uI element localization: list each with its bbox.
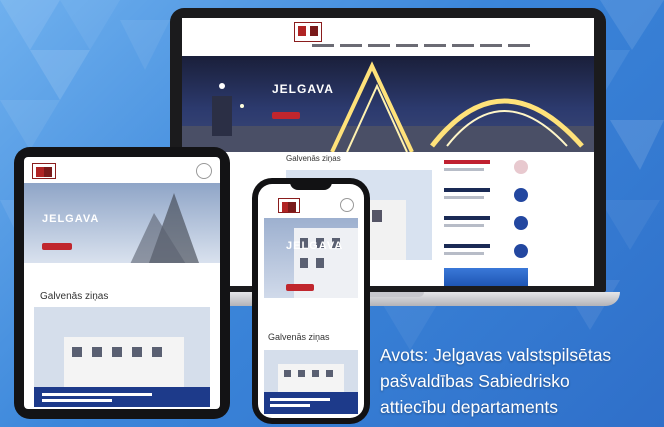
nav-item[interactable] (452, 44, 474, 47)
sidebar-item-title (444, 216, 490, 220)
hero-city-name: JELGAVA (42, 213, 100, 225)
building-photo (34, 307, 210, 407)
nav-item[interactable] (312, 44, 334, 47)
hero-button[interactable] (42, 243, 72, 250)
promo-banner[interactable] (444, 268, 528, 286)
hero-banner: JELGAVA (182, 56, 594, 152)
section-title: Galvenās ziņas (268, 332, 330, 342)
news-card[interactable] (34, 307, 210, 407)
hero-city-name: JELGAVA (272, 82, 334, 96)
sidebar-item-text (444, 224, 484, 227)
section-title: Galvenās ziņas (40, 291, 109, 302)
person-icon (514, 216, 528, 230)
snowy-tree-image (24, 193, 220, 277)
sidebar-item[interactable] (444, 158, 534, 186)
nav-item[interactable] (368, 44, 390, 47)
nav-item[interactable] (396, 44, 418, 47)
city-logo (278, 198, 300, 213)
hero-banner: JELGAVA (264, 218, 358, 310)
source-caption: Avots: Jelgavas valstspilsētas pašvaldīb… (380, 342, 664, 420)
sidebar-item-text (444, 196, 484, 199)
phone-website: JELGAVA Galvenās ziņas (258, 184, 364, 418)
sidebar-item-title (444, 188, 490, 192)
menu-icon[interactable] (340, 198, 354, 212)
section-title: Galvenās ziņas (286, 154, 341, 163)
news-card[interactable] (264, 350, 358, 414)
tablet-website: JELGAVA Galvenās ziņas (24, 157, 220, 409)
holiday-lights-image (182, 61, 594, 152)
laptop-mockup: JELGAVA Galvenās ziņas (156, 8, 620, 308)
main-nav (312, 44, 530, 47)
sidebar-item[interactable] (444, 242, 534, 270)
sidebar-item-title (444, 160, 490, 164)
hero-banner: JELGAVA (24, 183, 220, 277)
city-logo (294, 22, 322, 42)
caption-line: Avots: Jelgavas valstspilsētas (380, 345, 612, 365)
nav-item[interactable] (508, 44, 530, 47)
phone-icon (514, 244, 528, 258)
sidebar-item[interactable] (444, 214, 534, 242)
city-logo (32, 163, 56, 179)
site-header (182, 18, 594, 56)
sidebar-item-text (444, 252, 484, 255)
calendar-icon (514, 188, 528, 202)
laptop-website: JELGAVA Galvenās ziņas (182, 18, 594, 286)
building-photo (264, 350, 358, 414)
menu-icon[interactable] (196, 163, 212, 179)
building-photo (264, 228, 358, 310)
caption-line: attiecību departaments (380, 397, 559, 417)
caption-line: pašvaldības Sabiedrisko (380, 371, 570, 391)
laptop-bezel: JELGAVA Galvenās ziņas (170, 8, 606, 292)
sidebar-item-title (444, 244, 490, 248)
hero-button[interactable] (286, 284, 314, 291)
sidebar-item-text (444, 168, 484, 171)
tablet-mockup: JELGAVA Galvenās ziņas (14, 147, 230, 419)
nav-item[interactable] (424, 44, 446, 47)
nav-item[interactable] (480, 44, 502, 47)
nav-item[interactable] (340, 44, 362, 47)
phone-mockup: JELGAVA Galvenās ziņas (252, 178, 370, 424)
sidebar-item[interactable] (444, 186, 534, 214)
hero-button[interactable] (272, 112, 300, 119)
avatar (514, 160, 528, 174)
hero-city-name: JELGAVA (286, 240, 344, 252)
